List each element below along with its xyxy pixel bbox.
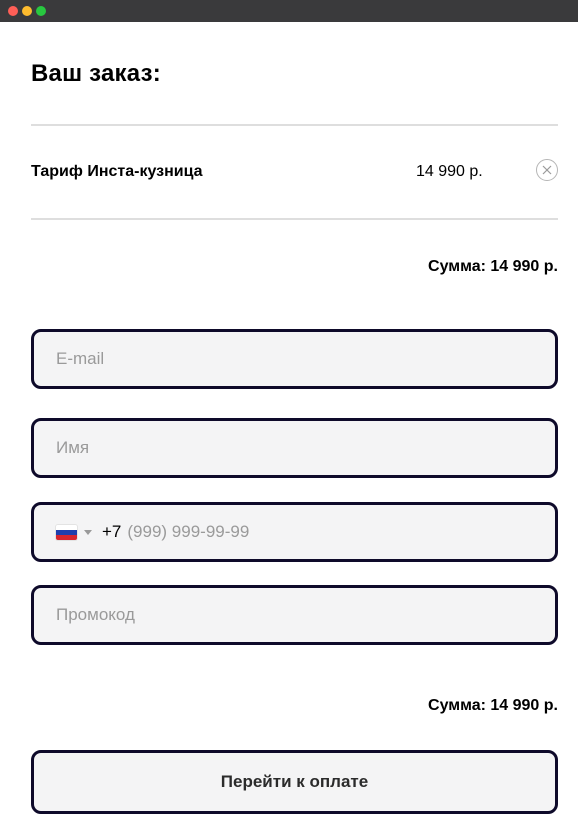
order-title: Ваш заказ: <box>31 60 161 87</box>
phone-input[interactable] <box>121 505 555 559</box>
promo-field[interactable] <box>31 585 558 645</box>
order-panel: Ваш заказ: Тариф Инста-кузница 14 990 р.… <box>0 22 578 824</box>
chevron-down-icon <box>84 529 92 535</box>
divider <box>31 218 558 220</box>
zoom-window-button[interactable] <box>36 6 46 16</box>
close-window-button[interactable] <box>8 6 18 16</box>
minimize-window-button[interactable] <box>22 6 32 16</box>
country-code-selector[interactable] <box>56 505 92 559</box>
product-price: 14 990 р. <box>416 163 483 180</box>
name-field[interactable] <box>31 418 558 478</box>
email-input[interactable] <box>34 332 555 386</box>
window-titlebar <box>0 0 578 22</box>
product-name: Тариф Инста-кузница <box>31 163 203 180</box>
russia-flag-icon <box>56 524 77 540</box>
close-circle-icon <box>542 165 552 175</box>
order-sum: Сумма: 14 990 р. <box>428 258 558 275</box>
order-sum-total: Сумма: 14 990 р. <box>428 697 558 714</box>
phone-country-code: +7 <box>102 522 122 541</box>
phone-field[interactable]: +7 <box>31 502 558 562</box>
email-field[interactable] <box>31 329 558 389</box>
proceed-to-payment-button[interactable]: Перейти к оплате <box>31 750 558 814</box>
name-input[interactable] <box>34 421 555 475</box>
promo-code-input[interactable] <box>34 588 555 642</box>
divider <box>31 124 558 126</box>
remove-item-button[interactable] <box>536 159 558 181</box>
